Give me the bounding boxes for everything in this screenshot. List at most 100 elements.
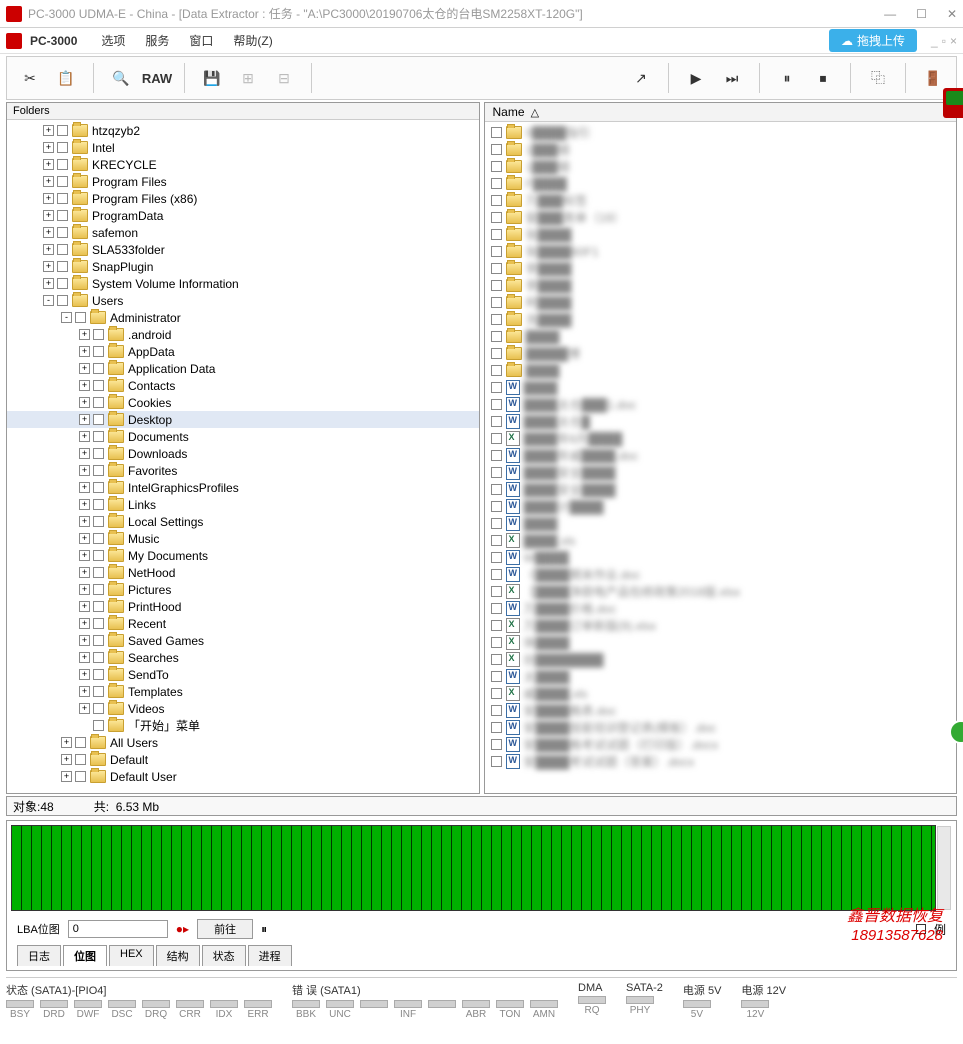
list-row[interactable]: 1███细 [485,141,957,158]
checkbox[interactable] [93,363,104,374]
checkbox[interactable] [75,754,86,765]
checkbox[interactable] [93,448,104,459]
checkbox[interactable] [491,161,502,172]
checkbox[interactable] [491,739,502,750]
checkbox[interactable] [93,652,104,663]
checkbox[interactable] [93,635,104,646]
tab-status[interactable]: 状态 [202,945,246,966]
checkbox[interactable] [57,159,68,170]
tree-row[interactable]: -Administrator [7,309,479,326]
checkbox[interactable] [57,125,68,136]
tree-row[interactable]: +Downloads [7,445,479,462]
checkbox[interactable] [491,314,502,325]
list-row[interactable]: 窗███类单（19） [485,209,957,226]
tree-row[interactable]: +Recent [7,615,479,632]
checkbox[interactable] [93,618,104,629]
checkbox[interactable] [93,720,104,731]
list-row[interactable]: 体████ [485,634,957,651]
goto-button[interactable]: 前往 [197,919,253,939]
mdi-restore-button[interactable]: ▫ [942,34,946,48]
expand-icon[interactable]: + [79,346,90,357]
file-list[interactable]: 0████指引1███细1███细F████万███标签窗███类单（19）张█… [485,122,957,793]
list-row[interactable]: ████ [485,379,957,396]
tree-row[interactable]: +SendTo [7,666,479,683]
tree-row[interactable]: +Music [7,530,479,547]
checkbox[interactable] [93,686,104,697]
checkbox[interactable] [93,601,104,612]
tree-row[interactable]: +Local Settings [7,513,479,530]
checkbox[interactable] [491,297,502,308]
checkbox[interactable] [491,501,502,512]
sector-map[interactable] [11,825,936,911]
expand-icon[interactable]: + [79,431,90,442]
tree-row[interactable]: +PrintHood [7,598,479,615]
list-row[interactable]: ████ [485,328,957,345]
checkbox[interactable] [491,382,502,393]
checkbox[interactable] [491,671,502,682]
checkbox[interactable] [491,348,502,359]
tree-row[interactable]: +Saved Games [7,632,479,649]
expand-icon[interactable]: + [79,482,90,493]
tree-row[interactable]: +Pictures [7,581,479,598]
checkbox[interactable] [491,263,502,274]
expand-icon[interactable]: + [79,516,90,527]
tree-row[interactable]: +Videos [7,700,479,717]
expand-icon[interactable]: + [43,261,54,272]
expand-icon[interactable]: + [79,448,90,459]
tree-row[interactable]: +Default User [7,768,479,785]
list-row[interactable]: 威████.xls [485,685,957,702]
list-row[interactable]: 太████ [485,668,957,685]
expand-icon[interactable]: + [79,652,90,663]
tree-row[interactable]: +ProgramData [7,207,479,224]
menu-window[interactable]: 窗口 [181,30,221,51]
expand-icon[interactable]: + [79,414,90,425]
list-row[interactable]: ████计████ [485,498,957,515]
list-row[interactable]: 洗████ [485,311,957,328]
expand-icon[interactable]: - [43,295,54,306]
upload-button[interactable]: ☁ 拖拽上传 [829,29,917,52]
mdi-close-button[interactable]: × [950,34,957,48]
expand-icon[interactable]: + [43,244,54,255]
checkbox[interactable] [75,771,86,782]
checkbox[interactable] [491,637,502,648]
checkbox[interactable] [491,212,502,223]
list-row[interactable]: 万████订单新版(9).xlsx [485,617,957,634]
list-row[interactable]: 创████████ [485,651,957,668]
tree-row[interactable]: +.android [7,326,479,343]
checkbox[interactable] [57,295,68,306]
expand-icon[interactable]: + [43,278,54,289]
checkbox[interactable] [57,227,68,238]
checkbox[interactable] [491,450,502,461]
checkbox[interactable] [491,365,502,376]
copy-icon[interactable]: ⿻ [863,63,893,93]
close-button[interactable]: ✕ [947,7,957,21]
expand-icon[interactable]: + [43,159,54,170]
checkbox[interactable] [93,431,104,442]
disk-icon[interactable]: 💾 [197,63,227,93]
expand-icon[interactable]: + [79,533,90,544]
checkbox[interactable] [57,210,68,221]
expand-icon[interactable]: + [79,397,90,408]
struct1-icon[interactable]: ⊞ [233,63,263,93]
list-row[interactable]: 张████ [485,226,957,243]
tab-log[interactable]: 日志 [17,945,61,966]
expand-icon[interactable]: + [61,754,72,765]
list-row[interactable]: 【████净厨电产品包修政策2018版.xlsx [485,583,957,600]
tree-row[interactable]: +Contacts [7,377,479,394]
checkbox[interactable] [491,552,502,563]
checkbox[interactable] [491,399,502,410]
checkbox[interactable] [93,567,104,578]
list-row[interactable]: ████ [485,515,957,532]
tree-row[interactable]: +htzqzyb2 [7,122,479,139]
play-icon[interactable]: ▶ [681,63,711,93]
expand-icon[interactable]: + [79,380,90,391]
expand-icon[interactable]: + [79,669,90,680]
tree-row[interactable]: +Program Files (x86) [7,190,479,207]
minimize-button[interactable]: — [884,7,896,21]
list-row[interactable]: 安████技能培训登记表(模板）.doc [485,719,957,736]
checkbox[interactable] [491,722,502,733]
expand-icon[interactable]: + [43,193,54,204]
map-scrollbar[interactable] [937,826,951,910]
tree-row[interactable]: +System Volume Information [7,275,479,292]
stop-icon[interactable]: ⏹ [808,63,838,93]
